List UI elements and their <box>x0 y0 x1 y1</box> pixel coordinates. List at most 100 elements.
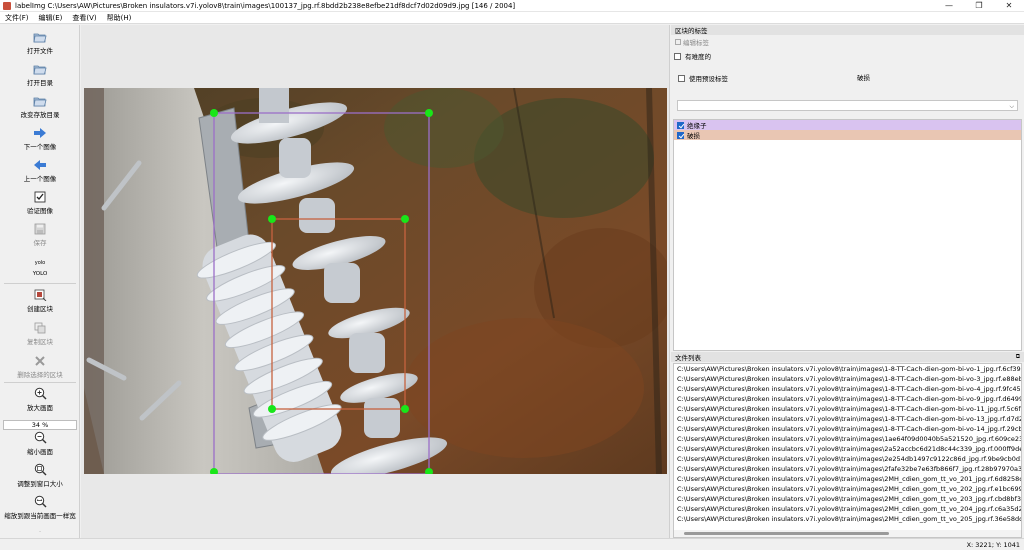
window-title: labelImg C:\Users\AW\Pictures\Broken ins… <box>15 1 516 10</box>
chevron-down-icon: ⌵ <box>1009 103 1014 110</box>
file-list-item[interactable]: C:\Users\AW\Pictures\Broken insulators.v… <box>674 374 1021 384</box>
annotated-photo[interactable] <box>84 88 667 474</box>
delete-x-icon <box>33 354 47 367</box>
file-list-item[interactable]: C:\Users\AW\Pictures\Broken insulators.v… <box>674 474 1021 484</box>
title-bar: labelImg C:\Users\AW\Pictures\Broken ins… <box>0 0 1024 12</box>
maximize-button[interactable]: ❐ <box>964 0 994 12</box>
zoom-in-button[interactable]: 放大画面 <box>0 387 80 412</box>
label-filter-combo[interactable]: ⌵ <box>677 100 1018 111</box>
zoom-out-icon <box>33 431 47 444</box>
file-list-item[interactable]: C:\Users\AW\Pictures\Broken insulators.v… <box>674 424 1021 434</box>
labels-panel-header: 区块的标签 <box>671 25 1024 35</box>
fit-width-button[interactable]: 缩放到跟当前画面一样宽 <box>0 495 80 520</box>
window-controls: — ❐ ✕ <box>934 0 1024 12</box>
zoom-in-label: 放大画面 <box>27 404 53 412</box>
edit-icon <box>675 39 681 45</box>
default-label-input[interactable]: 破损 <box>853 71 1020 82</box>
file-list[interactable]: C:\Users\AW\Pictures\Broken insulators.v… <box>673 363 1022 538</box>
cursor-coordinates: X: 3221; Y: 1041 <box>966 541 1020 549</box>
minimize-button[interactable]: — <box>934 0 964 12</box>
zoom-out-button[interactable]: 缩小画面 <box>0 431 80 456</box>
edit-label-button[interactable]: 编辑标签 <box>675 37 709 47</box>
file-list-item[interactable]: C:\Users\AW\Pictures\Broken insulators.v… <box>674 384 1021 394</box>
file-list-item[interactable]: C:\Users\AW\Pictures\Broken insulators.v… <box>674 394 1021 404</box>
file-list-item[interactable]: C:\Users\AW\Pictures\Broken insulators.v… <box>674 414 1021 424</box>
difficult-checkbox-row[interactable]: 有难度的 <box>674 51 711 61</box>
copy-icon <box>33 321 47 334</box>
menu-help[interactable]: 帮助(H) <box>102 13 137 23</box>
folder-open-icon <box>33 30 47 43</box>
file-list-item[interactable]: C:\Users\AW\Pictures\Broken insulators.v… <box>674 364 1021 374</box>
label-item-broken[interactable]: 破损 <box>674 130 1021 140</box>
save-button[interactable]: 保存 <box>0 222 80 247</box>
label-item-name: 破损 <box>687 132 700 140</box>
change-save-dir-button[interactable]: 改变存放目录 <box>0 94 80 119</box>
open-dir-button[interactable]: 打开目录 <box>0 62 80 87</box>
create-box-button[interactable]: 创建区块 <box>0 288 80 313</box>
use-default-label-checkbox[interactable] <box>678 74 685 82</box>
file-list-item[interactable]: C:\Users\AW\Pictures\Broken insulators.v… <box>674 504 1021 514</box>
fit-window-icon <box>33 463 47 476</box>
menu-file[interactable]: 文件(F) <box>0 13 34 23</box>
prev-image-button[interactable]: 上一个图像 <box>0 158 80 183</box>
duplicate-box-button[interactable]: 复制区块 <box>0 321 80 346</box>
label-list[interactable]: 绝缘子 破损 <box>673 119 1022 351</box>
image-canvas[interactable] <box>81 25 670 538</box>
difficult-label: 有难度的 <box>685 53 711 61</box>
toolbar-divider <box>4 382 76 383</box>
next-image-button[interactable]: 下一个图像 <box>0 126 80 151</box>
file-list-item[interactable]: C:\Users\AW\Pictures\Broken insulators.v… <box>674 404 1021 414</box>
menu-edit[interactable]: 编辑(E) <box>34 13 68 23</box>
more-dot-icon: · <box>38 528 42 536</box>
difficult-checkbox[interactable] <box>674 52 681 60</box>
open-file-button[interactable]: 打开文件 <box>0 30 80 55</box>
save-label: 保存 <box>33 239 47 247</box>
open-dir-label: 打开目录 <box>27 79 53 87</box>
open-file-label: 打开文件 <box>27 47 53 55</box>
menu-bar: 文件(F) 编辑(E) 查看(V) 帮助(H) <box>0 12 1024 24</box>
edit-label-text: 编辑标签 <box>683 39 709 47</box>
file-list-item[interactable]: C:\Users\AW\Pictures\Broken insulators.v… <box>674 444 1021 454</box>
label-item-checkbox[interactable] <box>677 131 684 139</box>
delete-box-button[interactable]: 删除选择的区块 <box>0 354 80 379</box>
label-item-insulator[interactable]: 绝缘子 <box>674 120 1021 130</box>
zoom-out-label: 缩小画面 <box>27 448 53 456</box>
yolo-format-icon: yolo <box>34 259 46 266</box>
right-dock: 区块的标签 编辑标签 有难度的 使用预设标签 破损 ⌵ 绝缘子 破损 文件列表 … <box>671 25 1024 538</box>
fit-width-label: 缩放到跟当前画面一样宽 <box>4 512 76 520</box>
save-icon <box>33 222 47 235</box>
file-list-item[interactable]: C:\Users\AW\Pictures\Broken insulators.v… <box>674 484 1021 494</box>
create-box-icon <box>33 288 47 301</box>
file-list-item[interactable]: C:\Users\AW\Pictures\Broken insulators.v… <box>674 514 1021 524</box>
delete-box-label: 删除选择的区块 <box>17 371 63 379</box>
close-button[interactable]: ✕ <box>994 0 1024 12</box>
checkbox-verify-icon <box>33 190 47 203</box>
menu-view[interactable]: 查看(V) <box>67 13 101 23</box>
format-label: YOLO <box>32 271 48 277</box>
verify-image-button[interactable]: 验证图像 <box>0 190 80 215</box>
insulator-photo-illustration <box>84 88 667 474</box>
label-item-checkbox[interactable] <box>677 121 684 129</box>
file-list-title: 文件列表 <box>675 354 701 362</box>
use-default-label-row[interactable]: 使用预设标签 <box>678 73 728 83</box>
scrollbar-thumb[interactable] <box>684 532 889 535</box>
file-list-panel-header: 文件列表 ⧉ <box>671 352 1024 362</box>
file-list-item[interactable]: C:\Users\AW\Pictures\Broken insulators.v… <box>674 464 1021 474</box>
float-panel-icon[interactable]: ⧉ <box>1016 353 1020 361</box>
prev-image-label: 上一个图像 <box>23 175 57 183</box>
zoom-value-field[interactable]: 34 % <box>3 420 77 430</box>
format-button[interactable]: yolo YOLO <box>0 256 80 278</box>
change-save-dir-label: 改变存放目录 <box>20 111 60 119</box>
file-list-item[interactable]: C:\Users\AW\Pictures\Broken insulators.v… <box>674 494 1021 504</box>
use-default-label-text: 使用预设标签 <box>689 75 728 83</box>
labels-panel-title: 区块的标签 <box>675 27 708 35</box>
file-rows: C:\Users\AW\Pictures\Broken insulators.v… <box>674 364 1021 524</box>
duplicate-box-label: 复制区块 <box>27 338 53 346</box>
toolbar-more-handle[interactable]: · <box>0 528 80 536</box>
verify-image-label: 验证图像 <box>27 207 53 215</box>
fit-window-button[interactable]: 调整到窗口大小 <box>0 463 80 488</box>
file-list-item[interactable]: C:\Users\AW\Pictures\Broken insulators.v… <box>674 434 1021 444</box>
horizontal-scrollbar[interactable] <box>674 530 1021 537</box>
app-icon <box>3 1 11 10</box>
file-list-item[interactable]: C:\Users\AW\Pictures\Broken insulators.v… <box>674 454 1021 464</box>
